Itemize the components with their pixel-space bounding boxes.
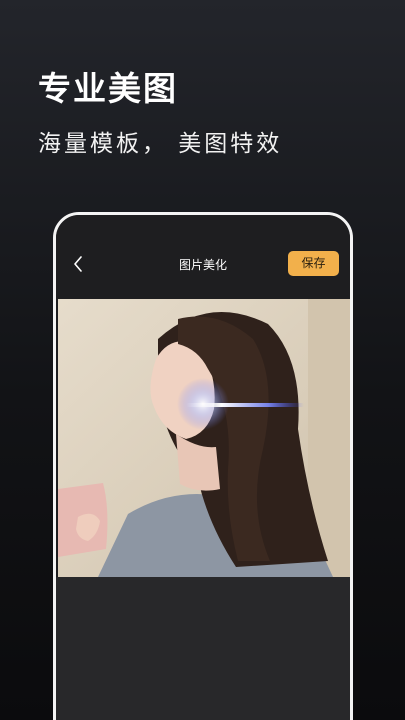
edited-photo[interactable] [58, 299, 350, 577]
promo-title: 专业美图 [38, 69, 178, 108]
editor-panel [56, 577, 350, 720]
promo-subtitle: 海量模板， 美图特效 [38, 131, 283, 157]
save-button[interactable]: 保存 [288, 251, 339, 276]
portrait-image [58, 299, 350, 577]
phone-mockup: 图片美化 保存 [53, 212, 353, 720]
app-header: 图片美化 保存 [56, 215, 350, 299]
